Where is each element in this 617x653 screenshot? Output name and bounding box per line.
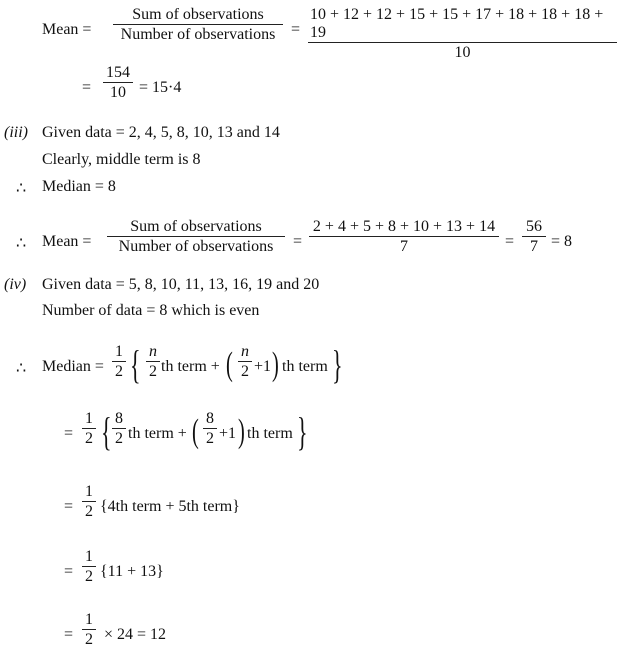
numerator: 1 (115, 343, 123, 360)
therefore-symbol: ∴ (16, 180, 27, 197)
numerator: 1 (85, 611, 93, 628)
part-label-iii: (iii) (4, 124, 28, 141)
left-brace: { (101, 409, 112, 454)
equals-sign: = (64, 425, 74, 442)
numerator: 2 + 4 + 5 + 8 + 10 + 13 + 14 (312, 218, 496, 235)
mean-label: Mean = (42, 21, 92, 38)
denominator: 2 (85, 631, 93, 648)
numerator: 10 + 12 + 12 + 15 + 15 + 17 + 18 + 18 + … (310, 6, 604, 41)
denominator: Number of observations (118, 238, 274, 255)
equals-sign: = (291, 21, 301, 38)
mean-result-iii: = 8 (551, 233, 573, 250)
left-brace: { (130, 342, 141, 387)
th-term-text: th term (282, 358, 328, 375)
n-over-2-fraction: n 2 (146, 343, 160, 382)
equals-sign: = (505, 233, 515, 250)
denominator: 2 (115, 430, 123, 447)
equals-sign: = (64, 498, 74, 515)
median-label: Median = (42, 358, 104, 375)
numerator: Sum of observations (132, 6, 264, 23)
left-paren: ( (192, 413, 199, 450)
th-term-plus-text: th term + (128, 425, 187, 442)
numerator: n (149, 343, 157, 360)
right-brace: } (297, 409, 308, 454)
th-term-text: th term (247, 425, 293, 442)
half-fraction: 1 2 (112, 343, 126, 382)
denominator: 2 (85, 430, 93, 447)
sum-fraction: 10 + 12 + 12 + 15 + 15 + 17 + 18 + 18 + … (308, 6, 617, 63)
eight-over-2-fraction: 8 2 (203, 410, 217, 449)
therefore-symbol: ∴ (16, 360, 27, 377)
equals-sign: = (293, 233, 303, 250)
denominator: 2 (241, 363, 249, 380)
mean-result: = 15·4 (139, 79, 182, 96)
result-fraction: 154 10 (103, 64, 133, 103)
numerator: 56 (526, 218, 542, 235)
right-paren: ) (238, 413, 245, 450)
eight-over-2-fraction: 8 2 (112, 410, 126, 449)
mean-label: Mean = (42, 233, 92, 250)
right-paren: ) (272, 346, 279, 383)
half-fraction: 1 2 (82, 548, 96, 587)
half-fraction: 1 2 (82, 483, 96, 522)
equals-sign: = (64, 563, 74, 580)
equals-sign: = (64, 626, 74, 643)
plus-one-text: +1 (219, 425, 237, 442)
denominator: 7 (530, 238, 538, 255)
numerator: 1 (85, 483, 93, 500)
sum-fraction: 2 + 4 + 5 + 8 + 10 + 13 + 14 7 (309, 218, 499, 257)
plus-one-text: +1 (254, 358, 272, 375)
left-paren: ( (226, 346, 233, 383)
part-label-iv: (iv) (4, 276, 27, 293)
denominator: 10 (110, 84, 126, 101)
n-over-2-fraction: n 2 (238, 343, 252, 382)
value-sum-expression: {11 + 13} (100, 563, 164, 580)
median-result-iii: Median = 8 (42, 178, 116, 195)
half-fraction: 1 2 (82, 611, 96, 650)
denominator: Number of observations (120, 26, 276, 43)
denominator: 2 (115, 363, 123, 380)
middle-term-text: Clearly, middle term is 8 (42, 151, 201, 168)
denominator: 2 (206, 430, 214, 447)
right-brace: } (332, 342, 343, 387)
term-sum-expression: {4th term + 5th term} (100, 498, 240, 515)
given-data-iv: Given data = 5, 8, 10, 11, 13, 16, 19 an… (42, 276, 320, 293)
numerator: 8 (115, 410, 123, 427)
mean-formula-fraction: Sum of observations Number of observatio… (113, 6, 283, 45)
data-count-text: Number of data = 8 which is even (42, 302, 260, 319)
denominator: 10 (454, 44, 471, 61)
equals-sign: = (82, 79, 92, 96)
numerator: Sum of observations (130, 218, 262, 235)
numerator: 154 (106, 64, 130, 81)
numerator: 8 (206, 410, 214, 427)
half-fraction: 1 2 (82, 410, 96, 449)
result-fraction: 56 7 (522, 218, 546, 257)
mean-formula-fraction: Sum of observations Number of observatio… (107, 218, 285, 257)
denominator: 2 (85, 568, 93, 585)
denominator: 2 (149, 363, 157, 380)
denominator: 2 (85, 503, 93, 520)
numerator: n (241, 343, 249, 360)
therefore-symbol: ∴ (16, 235, 27, 252)
th-term-plus-text: th term + (161, 358, 220, 375)
given-data-iii: Given data = 2, 4, 5, 8, 10, 13 and 14 (42, 124, 280, 141)
numerator: 1 (85, 548, 93, 565)
numerator: 1 (85, 410, 93, 427)
denominator: 7 (400, 238, 408, 255)
median-final-result: × 24 = 12 (104, 626, 167, 643)
